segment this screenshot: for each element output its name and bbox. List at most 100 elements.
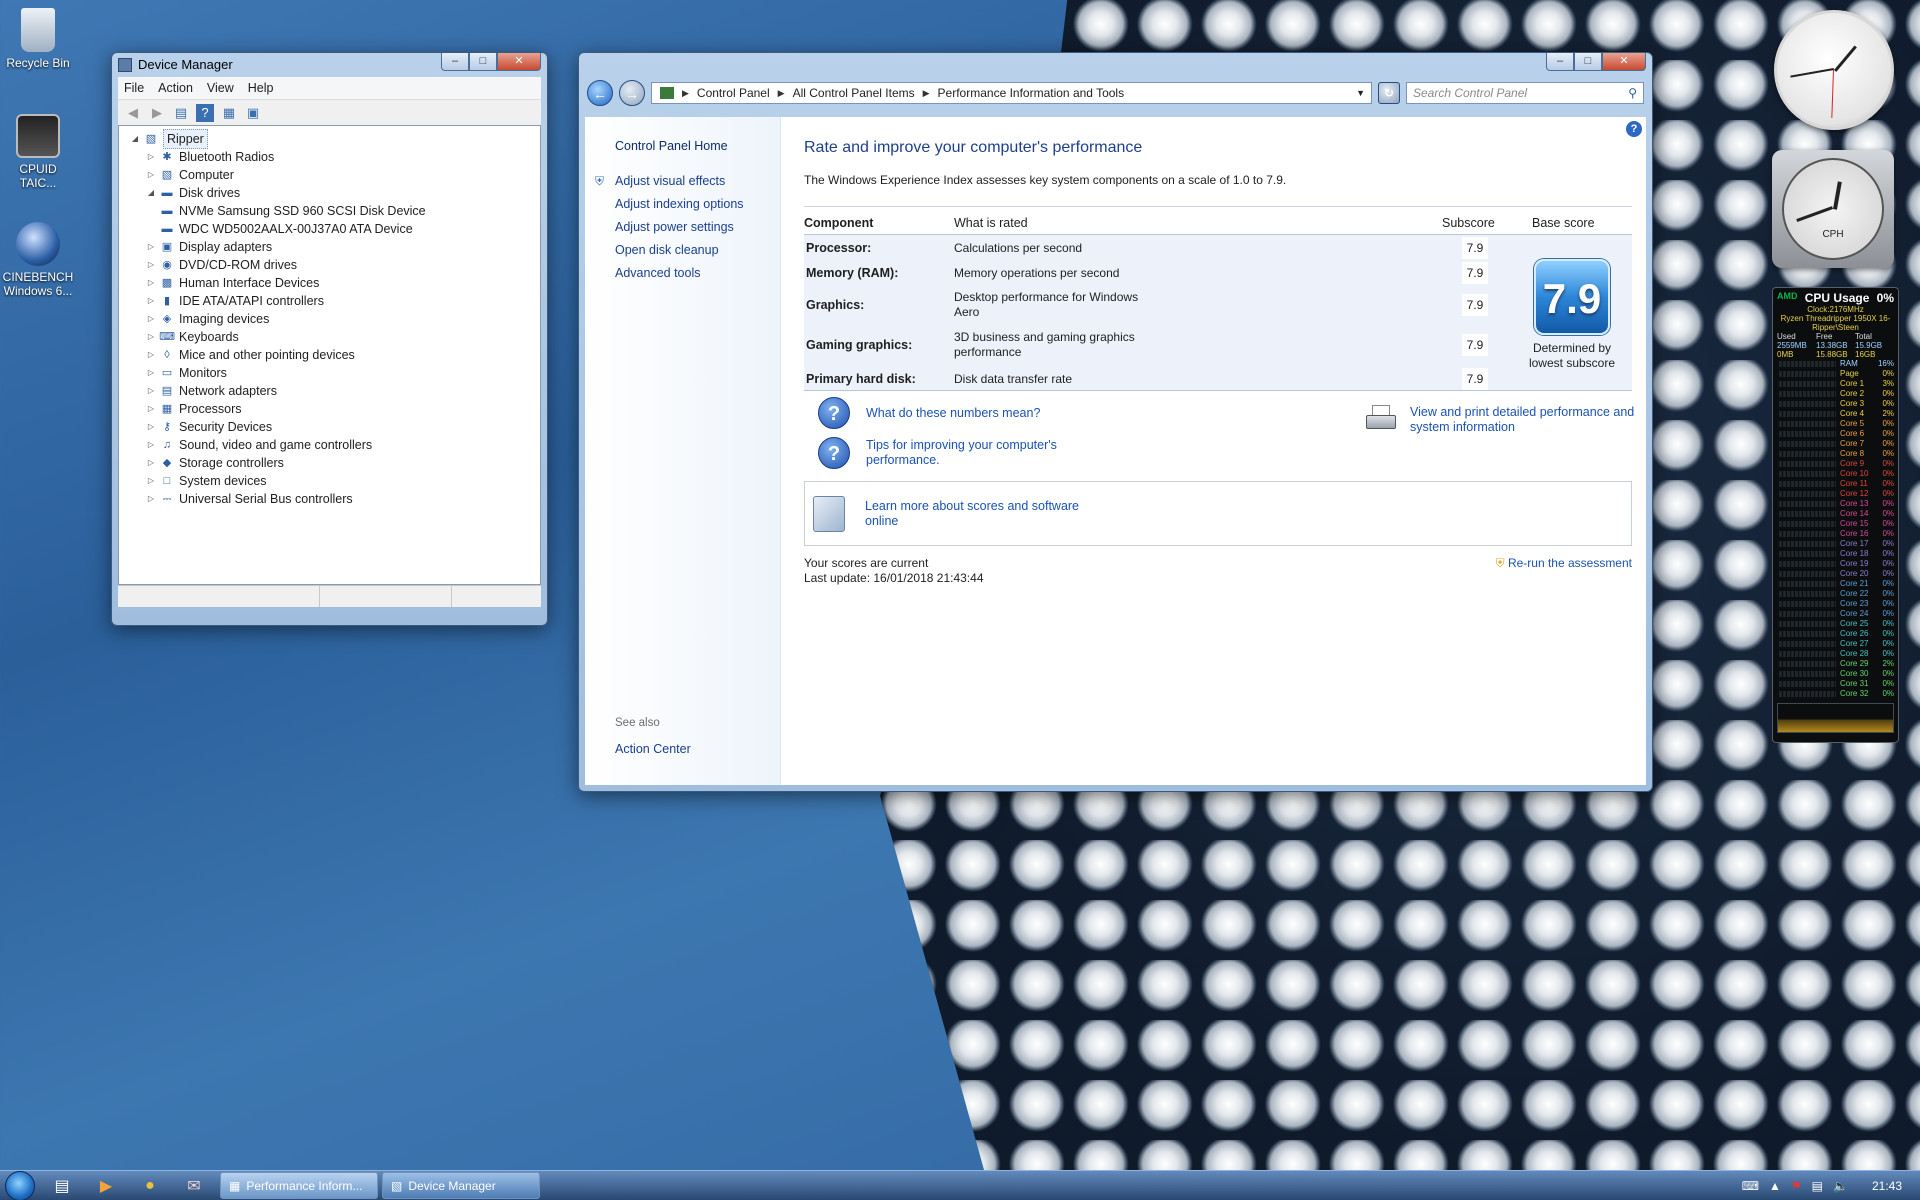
maximize-button[interactable]: □ <box>469 53 497 71</box>
maximize-button[interactable]: □ <box>1574 53 1602 71</box>
adjust-indexing-options-link[interactable]: Adjust indexing options <box>615 193 780 216</box>
explorer-pinned-icon[interactable]: ▤ <box>40 1171 84 1200</box>
analog-clock-gadget[interactable] <box>1774 10 1894 130</box>
expand-arrow-icon[interactable]: ▷ <box>145 346 157 364</box>
properties-icon[interactable]: ▦ <box>220 104 238 122</box>
tree-category-item[interactable]: ▷ ◈ Imaging devices <box>129 310 540 328</box>
menu-help[interactable]: Help <box>248 81 274 95</box>
expand-arrow-icon[interactable]: ▷ <box>145 490 157 508</box>
tree-category-item[interactable]: ▷ ◉ DVD/CD-ROM drives <box>129 256 540 274</box>
help-icon[interactable]: ? <box>196 103 214 122</box>
volume-icon[interactable]: 🔈 <box>1833 1179 1848 1193</box>
expand-arrow-icon[interactable]: ▷ <box>145 166 157 184</box>
tips-improving-link[interactable]: Tips for improving your computer's perfo… <box>866 438 1066 468</box>
tree-category-item[interactable]: ▷ ✱ Bluetooth Radios <box>129 148 540 166</box>
expand-arrow-icon[interactable]: ▷ <box>145 400 157 418</box>
menu-action[interactable]: Action <box>158 81 193 95</box>
taskbar-item-device-manager[interactable]: ▧ Device Manager <box>382 1172 540 1199</box>
adjust-power-settings-link[interactable]: Adjust power settings <box>615 216 780 239</box>
window-titlebar[interactable]: – □ ✕ <box>579 53 1652 75</box>
expand-arrow-icon[interactable]: ▷ <box>145 310 157 328</box>
tree-category-item[interactable]: ▷ ⎓ Universal Serial Bus controllers <box>129 490 540 508</box>
expand-arrow-icon[interactable]: ▷ <box>145 418 157 436</box>
expand-arrow-icon[interactable]: ▷ <box>145 364 157 382</box>
tree-category-item[interactable]: ▷ ▤ Network adapters <box>129 382 540 400</box>
tree-device-item[interactable]: ▬ WDC WD5002AALX-00J37A0 ATA Device <box>129 220 540 238</box>
menu-file[interactable]: File <box>124 81 144 95</box>
minimize-button[interactable]: – <box>1546 53 1574 71</box>
collapse-arrow-icon[interactable]: ◢ <box>145 184 157 202</box>
tree-device-item[interactable]: ▬ NVMe Samsung SSD 960 SCSI Disk Device <box>129 202 540 220</box>
tree-category-item[interactable]: ▷ ▧ Computer <box>129 166 540 184</box>
back-button[interactable]: ← <box>587 80 613 106</box>
tree-category-item[interactable]: ▷ □ System devices <box>129 472 540 490</box>
world-clock-gadget[interactable]: CPH <box>1772 150 1894 268</box>
cpu-usage-gadget[interactable]: AMD CPU Usage 0% Clock:2176MHz Ryzen Thr… <box>1772 287 1899 743</box>
desktop-icon-cpuid[interactable]: CPUID TAIC... <box>0 114 76 190</box>
tree-category-item[interactable]: ◢ ▬ Disk drives <box>129 184 540 202</box>
forward-arrow-icon[interactable]: ▶ <box>148 104 166 122</box>
refresh-icon[interactable]: ↻ <box>1378 82 1400 104</box>
tree-category-item[interactable]: ▷ ▭ Monitors <box>129 364 540 382</box>
scan-hardware-icon[interactable]: ▣ <box>244 104 262 122</box>
tree-category-item[interactable]: ▷ ◆ Storage controllers <box>129 454 540 472</box>
device-tree[interactable]: ◢ ▧ Ripper ▷ ✱ Bluetooth Radios ▷ ▧ Computer ◢… <box>118 125 541 585</box>
close-button[interactable]: ✕ <box>1602 53 1646 71</box>
expand-arrow-icon[interactable]: ▷ <box>145 436 157 454</box>
control-panel-home-link[interactable]: Control Panel Home <box>615 135 780 158</box>
expand-arrow-icon[interactable]: ▷ <box>145 238 157 256</box>
search-icon[interactable]: ⚲ <box>1628 86 1637 100</box>
breadcrumb-item[interactable]: Performance Information and Tools <box>938 86 1125 100</box>
start-button[interactable] <box>0 1170 40 1200</box>
tree-category-item[interactable]: ▷ ▩ Human Interface Devices <box>129 274 540 292</box>
desktop-icon-recycle-bin[interactable]: Recycle Bin <box>0 8 76 70</box>
breadcrumb-item[interactable]: Control Panel <box>697 86 770 100</box>
expand-arrow-icon[interactable]: ▷ <box>145 292 157 310</box>
what-numbers-mean-link[interactable]: What do these numbers mean? <box>866 406 1040 421</box>
tree-category-item[interactable]: ▷ ⚷ Security Devices <box>129 418 540 436</box>
expand-arrow-icon[interactable]: ▷ <box>145 256 157 274</box>
menu-view[interactable]: View <box>207 81 234 95</box>
breadcrumb-item[interactable]: All Control Panel Items <box>793 86 915 100</box>
media-player-pinned-icon[interactable]: ▶ <box>84 1171 128 1200</box>
tree-category-item[interactable]: ▷ ◊ Mice and other pointing devices <box>129 346 540 364</box>
tree-category-item[interactable]: ▷ ♫ Sound, video and game controllers <box>129 436 540 454</box>
forward-button[interactable]: → <box>619 80 645 106</box>
expand-arrow-icon[interactable]: ▷ <box>145 328 157 346</box>
tree-category-item[interactable]: ▷ ▣ Display adapters <box>129 238 540 256</box>
search-input[interactable]: Search Control Panel ⚲ <box>1406 82 1644 104</box>
show-hide-console-tree-icon[interactable]: ▤ <box>172 104 190 122</box>
advanced-tools-link[interactable]: Advanced tools <box>615 262 780 285</box>
tree-root[interactable]: ◢ ▧ Ripper <box>129 129 540 149</box>
tree-category-item[interactable]: ▷ ⌨ Keyboards <box>129 328 540 346</box>
adjust-visual-effects-link[interactable]: ⛨ Adjust visual effects <box>595 170 780 193</box>
rerun-assessment-link[interactable]: ⛨ Re-run the assessment <box>1496 556 1632 571</box>
tray-clock[interactable]: 21:43 <box>1872 1179 1902 1193</box>
tree-category-item[interactable]: ▷ ▦ Processors <box>129 400 540 418</box>
learn-more-link[interactable]: Learn more about scores and software onl… <box>865 499 1085 529</box>
tree-category-item[interactable]: ▷ ▮ IDE ATA/ATAPI controllers <box>129 292 540 310</box>
back-arrow-icon[interactable]: ◀ <box>124 104 142 122</box>
action-center-link[interactable]: Action Center <box>615 738 691 761</box>
dropdown-arrow-icon[interactable]: ▼ <box>1356 88 1365 98</box>
action-center-flag-icon[interactable]: ⚑ <box>1791 1179 1802 1193</box>
print-details-link[interactable]: View and print detailed performance and … <box>1410 405 1640 435</box>
close-button[interactable]: ✕ <box>497 53 541 71</box>
window-titlebar[interactable]: Device Manager – □ ✕ <box>112 53 547 77</box>
minimize-button[interactable]: – <box>441 53 469 71</box>
mail-pinned-icon[interactable]: ✉ <box>172 1171 216 1200</box>
expand-arrow-icon[interactable]: ▷ <box>145 148 157 166</box>
breadcrumb-separator-icon[interactable]: ▶ <box>682 88 689 99</box>
breadcrumb-separator-icon[interactable]: ▶ <box>778 88 785 99</box>
chrome-pinned-icon[interactable]: ● <box>128 1171 172 1200</box>
collapse-arrow-icon[interactable]: ◢ <box>129 130 141 148</box>
keyboard-icon[interactable]: ⌨ <box>1742 1179 1759 1193</box>
expand-arrow-icon[interactable]: ▷ <box>145 382 157 400</box>
taskbar-item-performance[interactable]: ▦ Performance Inform... <box>220 1172 378 1199</box>
network-icon[interactable]: ▤ <box>1812 1179 1823 1193</box>
help-icon[interactable]: ? <box>1626 121 1642 137</box>
expand-arrow-icon[interactable]: ▷ <box>145 472 157 490</box>
open-disk-cleanup-link[interactable]: Open disk cleanup <box>615 239 780 262</box>
breadcrumb-separator-icon[interactable]: ▶ <box>923 88 930 99</box>
expand-arrow-icon[interactable]: ▷ <box>145 274 157 292</box>
